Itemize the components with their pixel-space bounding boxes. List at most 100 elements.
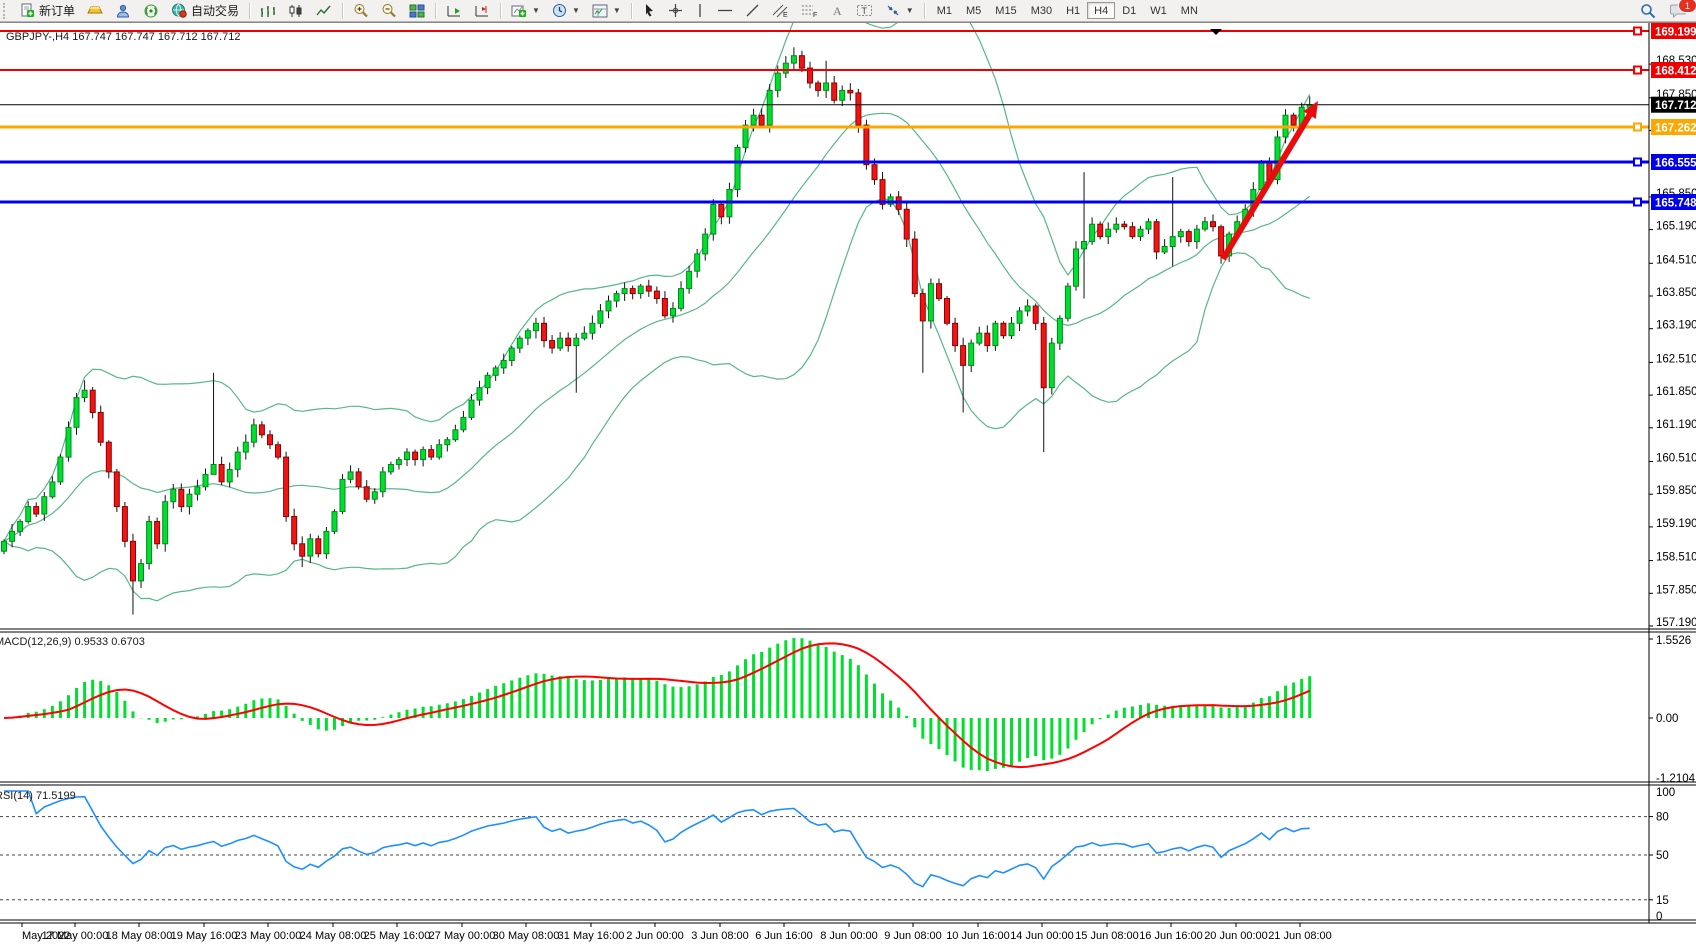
timeframe-group: M1M5M15M30H1H4D1W1MN: [930, 2, 1205, 19]
auto-scroll-icon: [446, 4, 462, 18]
svg-text:21 Jun 08:00: 21 Jun 08:00: [1268, 930, 1332, 942]
fibonacci-tool-button[interactable]: F: [796, 2, 823, 19]
timeframe-button-m5[interactable]: M5: [959, 2, 988, 19]
chart-window[interactable]: 168.530167.850167.190165.850165.190164.5…: [0, 22, 1696, 945]
timeframe-button-m1[interactable]: M1: [930, 2, 959, 19]
price-badge: 169.199: [1651, 23, 1696, 39]
text-label-tool-button[interactable]: T: [851, 2, 878, 19]
cursor-tool-button[interactable]: [637, 2, 661, 19]
svg-text:F: F: [813, 12, 817, 18]
timeframe-button-m30[interactable]: M30: [1024, 2, 1059, 19]
svg-text:2 Jun 00:00: 2 Jun 00:00: [626, 930, 684, 942]
chart-title: GBPJPY-,H4 167.747 167.747 167.712 167.7…: [6, 31, 240, 43]
trendline-icon: [745, 3, 760, 18]
toolbar-separator: [435, 3, 436, 19]
timeframe-button-w1[interactable]: W1: [1143, 2, 1174, 19]
macd-main-value: 0.9533: [74, 636, 108, 648]
toolbar-separator: [500, 3, 501, 19]
svg-text:30 May 08:00: 30 May 08:00: [493, 930, 560, 942]
price-badge: 168.412: [1651, 62, 1696, 78]
tile-windows-button[interactable]: [404, 2, 430, 19]
svg-text:24 May 08:00: 24 May 08:00: [300, 930, 367, 942]
svg-text:80: 80: [1656, 812, 1669, 824]
bar-chart-mode-button[interactable]: [255, 2, 281, 19]
auto-scroll-button[interactable]: [441, 2, 467, 19]
zoom-in-icon: [353, 3, 369, 18]
timeframe-button-h1[interactable]: H1: [1059, 2, 1087, 19]
auto-trading-button[interactable]: 自动交易: [166, 2, 244, 19]
svg-text:10 Jun 16:00: 10 Jun 16:00: [946, 930, 1010, 942]
zoom-out-button[interactable]: [376, 2, 402, 19]
chart-shift-button[interactable]: [469, 2, 495, 19]
svg-text:14 Jun 00:00: 14 Jun 00:00: [1010, 930, 1074, 942]
svg-text:-1.2104: -1.2104: [1656, 773, 1696, 785]
candles-icon: [288, 4, 304, 18]
svg-text:166.555: 166.555: [1655, 158, 1696, 170]
templates-button[interactable]: ▼: [587, 2, 626, 19]
text-label-icon: T: [856, 3, 873, 18]
notification-count-badge: 1: [1678, 0, 1696, 13]
svg-text:0: 0: [1656, 911, 1662, 923]
svg-text:A: A: [833, 4, 842, 18]
svg-text:169.199: 169.199: [1655, 27, 1696, 39]
add-indicator-icon: [511, 4, 527, 18]
svg-text:167.712: 167.712: [1655, 100, 1696, 112]
zoom-in-button[interactable]: [348, 2, 374, 19]
svg-text:159.850: 159.850: [1656, 485, 1696, 497]
search-button[interactable]: [1635, 2, 1661, 19]
tile-windows-icon: [409, 4, 425, 18]
arrows-tool-button[interactable]: ▼: [880, 2, 919, 19]
toolbar-separator: [924, 3, 925, 19]
svg-text:6 Jun 16:00: 6 Jun 16:00: [755, 930, 813, 942]
channel-tool-button[interactable]: E: [767, 2, 794, 19]
trendline-tool-button[interactable]: [740, 2, 765, 19]
svg-text:161.850: 161.850: [1656, 386, 1696, 398]
candles-mode-button[interactable]: [283, 2, 309, 19]
svg-text:157.850: 157.850: [1656, 584, 1696, 596]
svg-text:160.510: 160.510: [1656, 453, 1696, 465]
svg-text:15 Jun 08:00: 15 Jun 08:00: [1075, 930, 1139, 942]
signals-button[interactable]: [138, 2, 164, 19]
timeframe-button-d1[interactable]: D1: [1115, 2, 1143, 19]
new-order-button[interactable]: 新订单: [15, 2, 80, 19]
horizontal-line-tool-button[interactable]: [712, 2, 738, 19]
svg-text:168.412: 168.412: [1655, 66, 1696, 78]
svg-text:23 May 00:00: 23 May 00:00: [235, 930, 302, 942]
chart-shift-icon: [474, 4, 490, 18]
svg-text:1.5526: 1.5526: [1656, 635, 1691, 647]
dropdown-arrow-icon: ▼: [906, 6, 914, 15]
timeframe-button-h4[interactable]: H4: [1087, 2, 1115, 19]
svg-text:164.510: 164.510: [1656, 254, 1696, 266]
svg-text:161.190: 161.190: [1656, 419, 1696, 431]
text-tool-button[interactable]: A: [825, 2, 849, 19]
auto-trading-icon: [171, 3, 187, 18]
fibonacci-icon: F: [801, 3, 818, 18]
svg-text:100: 100: [1656, 787, 1675, 799]
timeframe-button-mn[interactable]: MN: [1174, 2, 1205, 19]
arrows-icon: [885, 3, 901, 18]
toolbar-separator: [249, 3, 250, 19]
price-badge: 165.748: [1651, 194, 1696, 210]
timeframe-button-m15[interactable]: M15: [988, 2, 1023, 19]
bar-chart-icon: [260, 4, 276, 18]
periods-button[interactable]: ▼: [547, 2, 585, 19]
channel-icon: E: [772, 3, 789, 18]
chart-canvas[interactable]: 168.530167.850167.190165.850165.190164.5…: [0, 23, 1696, 945]
notifications-button[interactable]: 1: [1665, 2, 1692, 19]
svg-text:159.190: 159.190: [1656, 518, 1696, 530]
vertical-line-tool-button[interactable]: [690, 2, 710, 19]
svg-text:18 May 08:00: 18 May 08:00: [106, 930, 173, 942]
price-badge: 167.712: [1651, 97, 1696, 113]
macd-indicator-label: MACD(12,26,9) 0.9533 0.6703: [0, 636, 145, 648]
line-chart-mode-button[interactable]: [311, 2, 337, 19]
add-indicator-button[interactable]: ▼: [506, 2, 545, 19]
crosshair-tool-button[interactable]: [663, 2, 688, 19]
community-button[interactable]: [110, 2, 136, 19]
toolbar-grip[interactable]: [3, 3, 10, 19]
deposit-button[interactable]: [82, 2, 108, 19]
cursor-icon: [642, 3, 656, 18]
auto-trading-label: 自动交易: [191, 2, 239, 19]
person-icon: [115, 4, 131, 18]
zoom-out-icon: [381, 3, 397, 18]
svg-text:158.510: 158.510: [1656, 552, 1696, 564]
